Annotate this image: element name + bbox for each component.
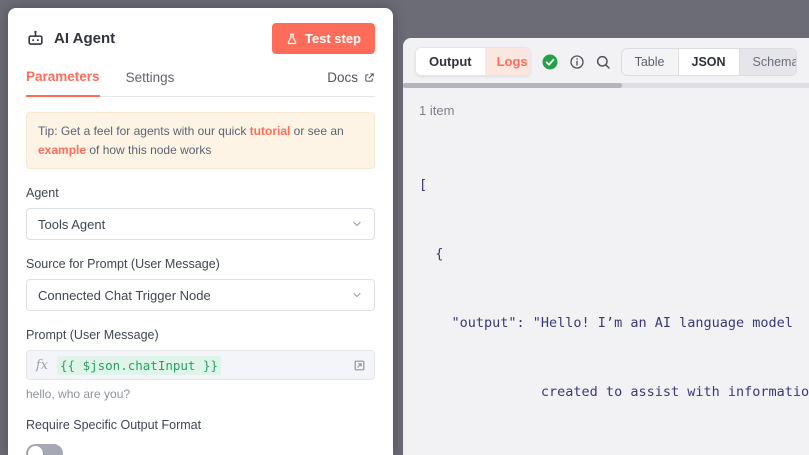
settings-tabs: Parameters Settings Docs	[26, 69, 375, 97]
agent-select[interactable]: Tools Agent	[26, 208, 375, 240]
node-settings-panel: AI Agent Test step Parameters Settings D…	[8, 8, 393, 455]
tip-box: Tip: Get a feel for agents with our quic…	[26, 112, 375, 169]
node-header: AI Agent Test step	[26, 8, 375, 54]
test-step-label: Test step	[305, 31, 361, 46]
docs-link[interactable]: Docs	[327, 70, 375, 96]
tab-output[interactable]: Output	[416, 48, 485, 75]
expression-preview-text: hello, who are you?	[26, 387, 375, 401]
items-count: 1 item	[403, 88, 809, 120]
json-line: answer questions, and have	[419, 450, 809, 455]
scrollbar-thumb[interactable]	[403, 83, 622, 88]
tab-parameters[interactable]: Parameters	[26, 69, 100, 97]
toggle-knob	[28, 446, 43, 455]
info-icon[interactable]	[569, 54, 585, 70]
agent-field-label: Agent	[26, 186, 375, 200]
prompt-field-label: Prompt (User Message)	[26, 328, 375, 342]
tip-text: or see an	[290, 124, 343, 138]
chevron-down-icon	[351, 289, 363, 301]
expression-input[interactable]: {{ $json.chatInput }}	[57, 356, 221, 375]
success-check-icon	[541, 53, 559, 71]
output-controls-row: Output Logs Table JSON Schema	[403, 38, 809, 83]
external-link-icon	[364, 72, 375, 83]
expression-fx-prefix: fx	[27, 358, 57, 373]
json-line: {	[419, 243, 809, 266]
view-mode-tabs: Table JSON Schema	[621, 48, 797, 76]
json-line: [	[419, 174, 809, 197]
json-output-view: [ { "output": "Hello! I’m an AI language…	[403, 120, 809, 455]
docs-label: Docs	[327, 70, 358, 85]
source-field-label: Source for Prompt (User Message)	[26, 257, 375, 271]
require-output-format-toggle[interactable]	[26, 444, 63, 455]
robot-icon	[26, 29, 45, 48]
tab-table[interactable]: Table	[622, 49, 678, 75]
tutorial-link[interactable]: tutorial	[250, 124, 291, 138]
source-select[interactable]: Connected Chat Trigger Node	[26, 279, 375, 311]
chevron-down-icon	[351, 218, 363, 230]
output-format-label: Require Specific Output Format	[26, 418, 375, 432]
tab-json[interactable]: JSON	[678, 49, 740, 75]
output-logs-toggle: Output Logs	[415, 47, 531, 76]
tab-logs[interactable]: Logs	[485, 48, 531, 75]
json-line: "output": "Hello! I’m an AI language mod…	[419, 312, 809, 335]
example-link[interactable]: example	[38, 143, 86, 157]
node-title: AI Agent	[54, 30, 115, 47]
flask-icon	[286, 33, 298, 45]
prompt-expression-field[interactable]: fx {{ $json.chatInput }}	[26, 350, 375, 380]
agent-select-value: Tools Agent	[38, 217, 105, 232]
tab-schema[interactable]: Schema	[740, 49, 797, 75]
horizontal-scrollbar[interactable]	[403, 83, 809, 88]
json-line: created to assist with information	[419, 381, 809, 404]
expand-expression-icon[interactable]	[353, 359, 366, 372]
tab-settings[interactable]: Settings	[126, 70, 175, 96]
source-select-value: Connected Chat Trigger Node	[38, 288, 211, 303]
tip-text: of how this node works	[86, 143, 211, 157]
test-step-button[interactable]: Test step	[272, 23, 375, 54]
tip-text: Tip: Get a feel for agents with our quic…	[38, 124, 250, 138]
search-icon[interactable]	[595, 54, 611, 70]
output-panel: Output Logs Table JSON Schema 1 item [ {…	[403, 38, 809, 455]
